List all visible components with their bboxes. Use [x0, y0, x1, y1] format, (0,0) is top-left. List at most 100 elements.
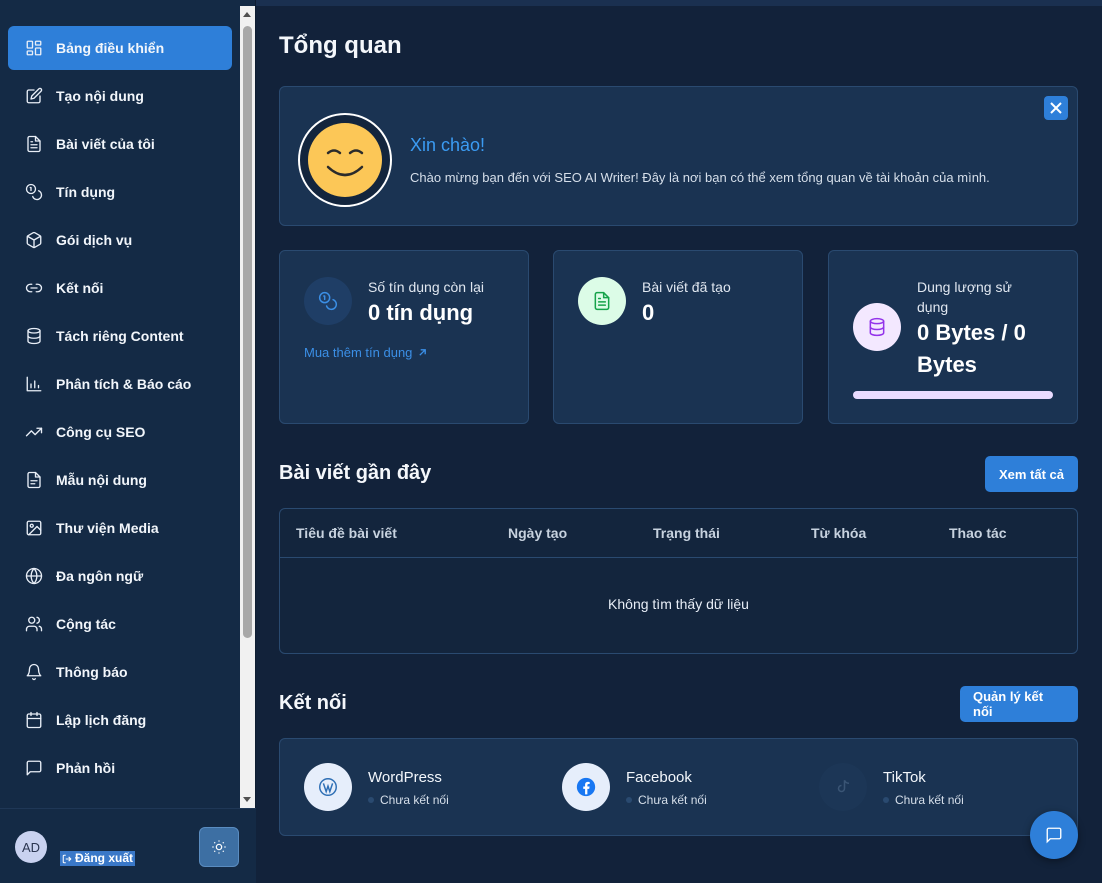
bell-icon	[24, 662, 44, 682]
link-icon	[24, 278, 44, 298]
posts-stat-card: Bài viết đã tạo 0	[553, 250, 803, 424]
sidebar-item-label: Công cụ SEO	[56, 424, 146, 440]
connection-name: WordPress	[368, 769, 442, 786]
connections-title: Kết nối	[279, 692, 347, 714]
column-header-status[interactable]: Trạng thái	[653, 525, 720, 541]
arrow-up-right-icon	[419, 349, 427, 356]
coins-icon	[304, 277, 352, 325]
empty-state-text: Không tìm thấy dữ liệu	[608, 596, 749, 612]
connection-wordpress[interactable]: WordPress Chưa kết nối	[304, 763, 524, 813]
column-header-keyword[interactable]: Từ khóa	[811, 525, 866, 541]
buy-credits-link[interactable]: Mua thêm tín dụng	[304, 345, 427, 360]
page-title: Tổng quan	[279, 32, 402, 59]
posts-value: 0	[642, 300, 655, 325]
sidebar-item-label: Đa ngôn ngữ	[56, 568, 144, 584]
sidebar-item-seo-tools[interactable]: Công cụ SEO	[8, 410, 232, 454]
database-icon	[853, 303, 901, 351]
welcome-card: Xin chào! Chào mừng bạn đến với SEO AI W…	[279, 86, 1078, 226]
template-icon	[24, 470, 44, 490]
package-icon	[24, 230, 44, 250]
status-dot-icon	[626, 797, 632, 803]
storage-label: Dung lượng sử dụng	[917, 277, 1012, 317]
file-text-icon	[578, 277, 626, 325]
status-dot-icon	[883, 797, 889, 803]
sidebar-item-create-content[interactable]: Tạo nội dung	[8, 74, 232, 118]
sidebar-item-analytics[interactable]: Phân tích & Báo cáo	[8, 362, 232, 406]
sidebar-item-label: Tạo nội dung	[56, 88, 144, 104]
view-all-button[interactable]: Xem tất cả	[985, 456, 1078, 492]
sidebar-item-dashboard[interactable]: Bảng điều khiển	[8, 26, 232, 70]
sidebar-item-label: Phân tích & Báo cáo	[56, 376, 192, 392]
connections-card: WordPress Chưa kết nối Facebook Chưa kết…	[279, 738, 1078, 836]
theme-toggle-button[interactable]	[199, 827, 239, 867]
sidebar-item-label: Cộng tác	[56, 616, 116, 632]
sidebar-scrollbar[interactable]	[240, 6, 255, 808]
sidebar-item-label: Bài viết của tôi	[56, 136, 155, 152]
avatar[interactable]: AD	[15, 831, 47, 863]
connection-status-label: Chưa kết nối	[380, 793, 449, 807]
column-header-date[interactable]: Ngày tạo	[508, 525, 567, 541]
manage-connections-button[interactable]: Quản lý kết nối	[960, 686, 1078, 722]
sidebar-item-separate-content[interactable]: Tách riêng Content	[8, 314, 232, 358]
image-icon	[24, 518, 44, 538]
sidebar-item-connections[interactable]: Kết nối	[8, 266, 232, 310]
column-header-title[interactable]: Tiêu đề bài viết	[296, 525, 397, 541]
scrollbar-thumb[interactable]	[243, 26, 252, 638]
sidebar-item-label: Thông báo	[56, 664, 128, 680]
storage-label-line2: dụng	[917, 299, 949, 315]
scroll-up-arrow-icon[interactable]	[243, 12, 251, 17]
document-icon	[24, 134, 44, 154]
sidebar-item-media-library[interactable]: Thư viện Media	[8, 506, 232, 550]
calendar-icon	[24, 710, 44, 730]
sidebar-item-label: Tín dụng	[56, 184, 116, 200]
scroll-down-arrow-icon[interactable]	[243, 797, 251, 802]
sidebar-item-plans[interactable]: Gói dịch vụ	[8, 218, 232, 262]
connection-status-label: Chưa kết nối	[638, 793, 707, 807]
close-welcome-button[interactable]	[1044, 96, 1068, 120]
credits-label: Số tín dụng còn lại	[368, 279, 484, 295]
welcome-title: Xin chào!	[410, 135, 486, 155]
sidebar-item-notifications[interactable]: Thông báo	[8, 650, 232, 694]
storage-progress-bar	[853, 391, 1053, 399]
sidebar-item-feedback[interactable]: Phản hồi	[8, 746, 232, 790]
smiley-face-icon	[308, 123, 382, 197]
sidebar-item-label: Tách riêng Content	[56, 328, 184, 344]
message-icon	[24, 758, 44, 778]
connection-facebook[interactable]: Facebook Chưa kết nối	[562, 763, 782, 813]
database-icon	[24, 326, 44, 346]
sun-icon	[212, 840, 226, 854]
column-header-actions: Thao tác	[949, 525, 1007, 541]
buy-credits-label: Mua thêm tín dụng	[304, 345, 413, 360]
smiley-avatar	[298, 113, 392, 207]
credits-value: 0 tín dụng	[368, 300, 474, 325]
status-dot-icon	[368, 797, 374, 803]
logout-button[interactable]: Đăng xuất	[60, 851, 136, 866]
chat-icon	[1046, 827, 1062, 844]
main-content: Tổng quan Xin chào! Chào mừng bạn đến vớ…	[256, 6, 1102, 883]
sidebar-item-credits[interactable]: Tín dụng	[8, 170, 232, 214]
sidebar-item-collaboration[interactable]: Cộng tác	[8, 602, 232, 646]
facebook-icon	[562, 763, 610, 811]
chat-button[interactable]	[1030, 811, 1078, 859]
connection-status: Chưa kết nối	[626, 793, 707, 807]
connection-status: Chưa kết nối	[883, 793, 964, 807]
connection-status: Chưa kết nối	[368, 793, 449, 807]
sidebar-item-label: Thư viện Media	[56, 520, 159, 536]
sidebar: Bảng điều khiển Tạo nội dung Bài viết củ…	[0, 0, 256, 883]
trending-up-icon	[24, 422, 44, 442]
storage-stat-card: Dung lượng sử dụng 0 Bytes / 0 Bytes	[828, 250, 1078, 424]
connection-name: TikTok	[883, 769, 926, 786]
table-header: Tiêu đề bài viết Ngày tạo Trạng thái Từ …	[280, 509, 1077, 558]
coins-icon	[24, 182, 44, 202]
sidebar-item-label: Bảng điều khiển	[56, 40, 165, 56]
connection-tiktok[interactable]: TikTok Chưa kết nối	[819, 763, 1039, 813]
sidebar-item-my-posts[interactable]: Bài viết của tôi	[8, 122, 232, 166]
connection-status-label: Chưa kết nối	[895, 793, 964, 807]
sidebar-item-label: Lập lịch đăng	[56, 712, 147, 728]
storage-value-line1: 0 Bytes / 0	[917, 320, 1026, 345]
sidebar-item-templates[interactable]: Mẫu nội dung	[8, 458, 232, 502]
sidebar-item-multilingual[interactable]: Đa ngôn ngữ	[8, 554, 232, 598]
storage-value: 0 Bytes / 0 Bytes	[917, 317, 1026, 381]
posts-label: Bài viết đã tạo	[642, 279, 731, 295]
sidebar-item-schedule[interactable]: Lập lịch đăng	[8, 698, 232, 742]
